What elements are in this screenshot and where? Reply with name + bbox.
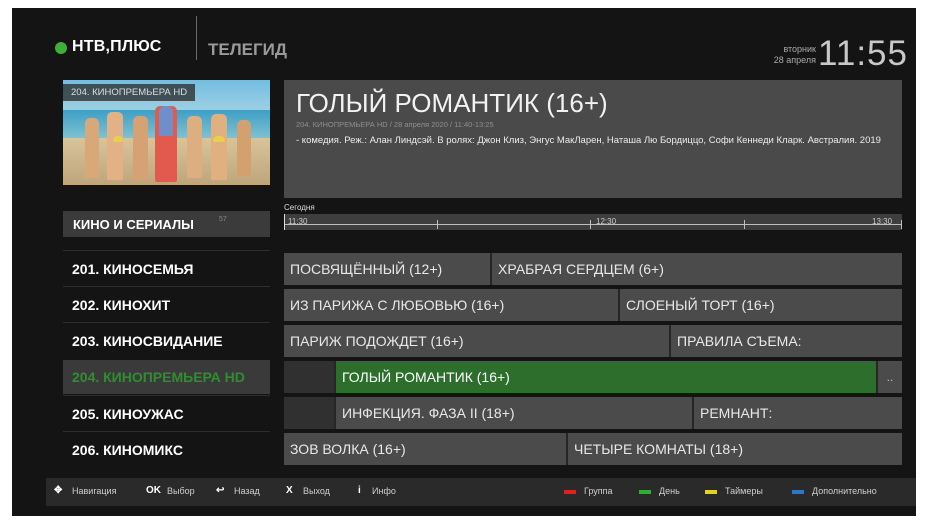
- hint-navigation: Навигация: [72, 486, 117, 496]
- timeline-tick: [901, 220, 902, 229]
- red-key-icon: [564, 490, 576, 494]
- channel-item-201[interactable]: 201. КИНОСЕМЬЯ: [63, 252, 270, 286]
- timeline-label-mid: 12:30: [596, 217, 617, 226]
- program-cell[interactable]: [284, 361, 334, 393]
- channel-item-203[interactable]: 203. КИНОСВИДАНИЕ: [63, 324, 270, 358]
- clock-date: вторник 28 апреля: [754, 44, 816, 66]
- channel-item-205[interactable]: 205. КИНОУЖАС: [63, 397, 270, 431]
- channel-divider: [63, 250, 270, 251]
- program-cell[interactable]: ЧЕТЫРЕ КОМНАТЫ (18+): [568, 433, 902, 465]
- hint-group: Группа: [584, 486, 613, 496]
- program-cell[interactable]: ПОСВЯЩЁННЫЙ (12+): [284, 253, 490, 285]
- channel-label: 206. КИНОМИКС: [72, 442, 183, 458]
- channel-item-202[interactable]: 202. КИНОХИТ: [63, 288, 270, 322]
- hint-select: Выбор: [167, 486, 195, 496]
- program-cell[interactable]: РЕМНАНТ:: [694, 397, 902, 429]
- schedule-row-205: ИНФЕКЦИЯ. ФАЗА II (18+) РЕМНАНТ:: [284, 397, 902, 429]
- program-cell[interactable]: ИЗ ПАРИЖА С ЛЮБОВЬЮ (16+): [284, 289, 618, 321]
- program-meta: 204. КИНОПРЕМЬЕРА HD / 28 апреля 2020 / …: [296, 120, 494, 129]
- hint-more: Дополнительно: [812, 486, 877, 496]
- green-key-icon: [639, 490, 651, 494]
- schedule-row-204: ГОЛЫЙ РОМАНТИК (16+) ..: [284, 361, 902, 393]
- channel-label: 202. КИНОХИТ: [72, 297, 171, 313]
- timeline-label-end: 13:30: [872, 217, 893, 226]
- hint-day: День: [659, 486, 680, 496]
- info-icon: i: [358, 485, 361, 496]
- program-cell[interactable]: ЗОВ ВОЛКА (16+): [284, 433, 566, 465]
- preview-channel-label: 204. КИНОПРЕМЬЕРА HD: [63, 84, 196, 101]
- clock-weekday: вторник: [783, 44, 816, 54]
- hint-back: Назад: [234, 486, 260, 496]
- hint-info: Инфо: [372, 486, 396, 496]
- hint-exit: Выход: [303, 486, 330, 496]
- program-cell[interactable]: ПАРИЖ ПОДОЖДЕТ (16+): [284, 325, 669, 357]
- timeline-line: [284, 224, 902, 225]
- schedule-row-201: ПОСВЯЩЁННЫЙ (12+) ХРАБРАЯ СЕРДЦЕМ (6+): [284, 253, 902, 285]
- program-cell[interactable]: СЛОЕНЫЙ ТОРТ (16+): [620, 289, 902, 321]
- timeline-bar: [284, 214, 902, 230]
- channel-label: 203. КИНОСВИДАНИЕ: [72, 333, 223, 349]
- channel-label: 201. КИНОСЕМЬЯ: [72, 261, 194, 277]
- blue-key-icon: [792, 490, 804, 494]
- brand-logo: НТВ,ПЛЮС: [72, 38, 162, 55]
- program-cell[interactable]: ПРАВИЛА СЪЕМА:: [671, 325, 902, 357]
- schedule-row-203: ПАРИЖ ПОДОЖДЕТ (16+) ПРАВИЛА СЪЕМА:: [284, 325, 902, 357]
- page-title: ТЕЛЕГИД: [208, 40, 287, 59]
- channel-item-204[interactable]: 204. КИНОПРЕМЬЕРА HD: [63, 360, 270, 394]
- schedule-row-202: ИЗ ПАРИЖА С ЛЮБОВЬЮ (16+) СЛОЕНЫЙ ТОРТ (…: [284, 289, 902, 321]
- navigation-icon: ✥: [54, 485, 63, 496]
- category-count: 57: [219, 216, 227, 223]
- tv-screen: НТВ,ПЛЮС ТЕЛЕГИД вторник 28 апреля 11:55…: [12, 8, 916, 516]
- channel-divider: [63, 322, 270, 323]
- program-description: - комедия. Реж.: Алан Линдсэй. В ролях: …: [296, 135, 881, 146]
- exit-x-icon: X: [286, 485, 293, 496]
- program-cell[interactable]: [284, 397, 334, 429]
- channel-item-206[interactable]: 206. КИНОМИКС: [63, 433, 270, 467]
- program-cell[interactable]: ХРАБРАЯ СЕРДЦЕМ (6+): [492, 253, 902, 285]
- clock-time: 11:55: [818, 34, 908, 73]
- channel-label: 204. КИНОПРЕМЬЕРА HD: [72, 369, 245, 385]
- hint-timers: Таймеры: [725, 486, 763, 496]
- category-label: КИНО И СЕРИАЛЫ: [73, 217, 194, 232]
- timeline-today-label: Сегодня: [284, 203, 315, 212]
- timeline-tick: [744, 220, 745, 229]
- header-divider: [196, 16, 197, 60]
- program-cell-selected[interactable]: ГОЛЫЙ РОМАНТИК (16+): [336, 361, 876, 393]
- channel-divider: [63, 431, 270, 432]
- timeline-label-start: 11:30: [288, 217, 308, 226]
- channel-divider: [63, 286, 270, 287]
- program-cell-more[interactable]: ..: [878, 361, 902, 393]
- timeline-start-marker: [284, 214, 285, 230]
- clock-day-month: 28 апреля: [773, 55, 816, 65]
- channel-divider: [63, 395, 270, 396]
- ok-key-icon: OK: [146, 485, 161, 496]
- program-cell[interactable]: ИНФЕКЦИЯ. ФАЗА II (18+): [336, 397, 692, 429]
- yellow-key-icon: [705, 490, 717, 494]
- channel-label: 205. КИНОУЖАС: [72, 406, 184, 422]
- program-title: ГОЛЫЙ РОМАНТИК (16+): [296, 88, 608, 118]
- logo-dot-icon: [55, 42, 67, 54]
- timeline-tick: [437, 220, 438, 229]
- schedule-row-206: ЗОВ ВОЛКА (16+) ЧЕТЫРЕ КОМНАТЫ (18+): [284, 433, 902, 465]
- back-arrow-icon: ↩: [216, 485, 225, 496]
- timeline-tick: [590, 220, 591, 229]
